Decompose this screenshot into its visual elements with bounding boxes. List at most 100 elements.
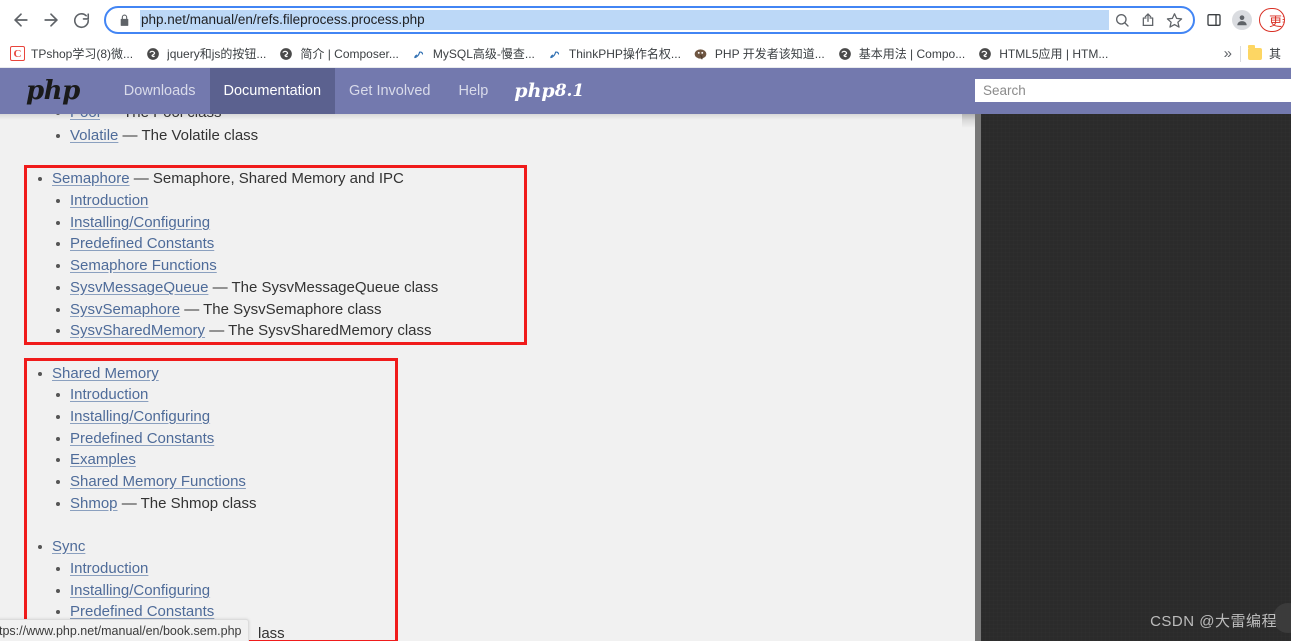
- bookmark-label: 基本用法 | Compo...: [858, 47, 966, 61]
- list-item: SysvMessageQueue — The SysvMessageQueue …: [0, 277, 438, 299]
- other-bookmarks-folder[interactable]: 其: [1241, 43, 1287, 65]
- list-item: Shared Memory Functions: [0, 471, 246, 493]
- list-item: Introduction: [0, 384, 148, 406]
- toc-link[interactable]: Shmop: [70, 495, 118, 512]
- toolbar-right-group: 更新: [1201, 6, 1285, 34]
- bookmark-item[interactable]: C TPshop学习(8)微...: [4, 43, 139, 65]
- toc-link[interactable]: Installing/Configuring: [70, 214, 210, 231]
- toc-link[interactable]: SysvSemaphore: [70, 301, 180, 318]
- toc-link[interactable]: Introduction: [70, 192, 148, 209]
- side-panel-icon[interactable]: [1201, 6, 1227, 34]
- forward-arrow-icon: [41, 10, 61, 30]
- toc-desc: — The Pool class: [104, 114, 221, 121]
- site-header: php Downloads Documentation Get Involved…: [0, 68, 1291, 114]
- toc-link[interactable]: Introduction: [70, 386, 148, 403]
- back-arrow-icon: [11, 10, 31, 30]
- toc-link[interactable]: SysvMessageQueue: [70, 279, 208, 296]
- list-item: Semaphore Functions: [0, 255, 217, 277]
- toc-desc: — The SysvSemaphore class: [184, 301, 382, 318]
- toc-link[interactable]: SysvSharedMemory: [70, 322, 205, 339]
- bookmark-item[interactable]: ThinkPHP操作名权...: [541, 43, 687, 65]
- toc-link[interactable]: Predefined Constants: [70, 430, 214, 447]
- share-icon[interactable]: [1135, 8, 1161, 32]
- star-icon[interactable]: [1161, 8, 1187, 32]
- content-edge-shadow: [962, 114, 975, 128]
- toc-link[interactable]: Volatile: [70, 127, 118, 144]
- csdn-favicon-icon: C: [10, 46, 25, 61]
- nav-item-documentation[interactable]: Documentation: [209, 68, 336, 114]
- bookmark-item[interactable]: PHP 开发者该知道...: [687, 43, 831, 65]
- bookmark-item[interactable]: 基本用法 | Compo...: [831, 43, 971, 65]
- list-item: Installing/Configuring: [0, 580, 210, 602]
- bookmarks-bar: C TPshop学习(8)微... jquery和js的按钮... 简介 | C…: [0, 40, 1291, 68]
- folder-icon: [1247, 44, 1263, 62]
- address-bar[interactable]: php.net/manual/en/refs.fileprocess.proce…: [104, 6, 1195, 34]
- list-item: Predefined Constants: [0, 233, 214, 255]
- php-version-number: 8.1: [554, 81, 585, 101]
- browser-toolbar: php.net/manual/en/refs.fileprocess.proce…: [0, 0, 1291, 40]
- bookmark-label: TPshop学习(8)微...: [31, 47, 134, 61]
- globe-favicon-icon: [278, 46, 294, 62]
- bookmark-item[interactable]: HTML5应用 | HTM...: [971, 43, 1114, 65]
- lock-icon: [118, 14, 131, 27]
- browser-window: php.net/manual/en/refs.fileprocess.proce…: [0, 0, 1291, 641]
- php-logo[interactable]: php: [26, 78, 80, 104]
- toc-link[interactable]: Installing/Configuring: [70, 582, 210, 599]
- link-status-bar: tps://www.php.net/manual/en/book.sem.php: [0, 619, 249, 641]
- list-item: Introduction: [0, 558, 148, 580]
- toc-link[interactable]: Pool: [70, 114, 100, 121]
- toc-desc: — The SysvSharedMemory class: [209, 322, 432, 339]
- reload-icon: [72, 11, 91, 30]
- list-item: Installing/Configuring: [0, 212, 210, 234]
- php-version-word: php: [514, 80, 555, 102]
- toc-link-semaphore[interactable]: Semaphore: [52, 170, 130, 187]
- list-item: Installing/Configuring: [0, 406, 210, 428]
- url-text[interactable]: php.net/manual/en/refs.fileprocess.proce…: [140, 10, 1109, 30]
- page-body: Pool — The Pool class Volatile — The Vol…: [0, 114, 1291, 641]
- blue-bird-favicon-icon: [411, 46, 427, 62]
- bookmark-item[interactable]: MySQL高级-慢查...: [405, 43, 541, 65]
- toc-link[interactable]: Examples: [70, 451, 136, 468]
- back-button[interactable]: [6, 5, 36, 35]
- site-nav: Downloads Documentation Get Involved Hel…: [110, 68, 503, 114]
- account-avatar-icon[interactable]: [1232, 10, 1252, 30]
- list-item: Volatile — The Volatile class: [0, 125, 258, 147]
- bookmarks-overflow-button[interactable]: »: [1216, 45, 1240, 62]
- update-button[interactable]: 更新: [1259, 8, 1285, 32]
- toc-link[interactable]: Introduction: [70, 560, 148, 577]
- search-input[interactable]: [975, 79, 1291, 102]
- toc-desc: — Semaphore, Shared Memory and IPC: [133, 170, 404, 187]
- php-version-badge[interactable]: php 8.1: [514, 80, 584, 102]
- toc-link-shared-memory[interactable]: Shared Memory: [52, 365, 159, 382]
- toc-link-sync[interactable]: Sync: [52, 538, 85, 555]
- forward-button[interactable]: [36, 5, 66, 35]
- nav-item-downloads[interactable]: Downloads: [110, 68, 210, 114]
- list-item: SysvSemaphore — The SysvSemaphore class: [0, 299, 382, 321]
- list-item: Predefined Constants: [0, 428, 214, 450]
- toc-link[interactable]: Installing/Configuring: [70, 408, 210, 425]
- toc-desc: lass: [258, 625, 285, 641]
- toc-link[interactable]: Predefined Constants: [70, 235, 214, 252]
- toc-desc: — The Shmop class: [121, 495, 257, 512]
- bookmark-item[interactable]: 简介 | Composer...: [272, 43, 404, 65]
- toc-link[interactable]: Semaphore Functions: [70, 257, 217, 274]
- nav-item-get-involved[interactable]: Get Involved: [335, 68, 444, 114]
- bookmark-label: HTML5应用 | HTM...: [999, 47, 1109, 61]
- toc-link[interactable]: Shared Memory Functions: [70, 473, 246, 490]
- list-item: Examples: [0, 449, 136, 471]
- toc-desc: — The SysvMessageQueue class: [212, 279, 439, 296]
- nav-item-help[interactable]: Help: [444, 68, 502, 114]
- bookmark-label: PHP 开发者该知道...: [714, 47, 825, 61]
- documentation-content: Pool — The Pool class Volatile — The Vol…: [0, 114, 975, 641]
- toc-link[interactable]: Predefined Constants: [70, 603, 214, 620]
- bookmark-item[interactable]: jquery和js的按钮...: [139, 43, 272, 65]
- search-zoom-icon[interactable]: [1109, 8, 1135, 32]
- list-item: Shared Memory: [0, 363, 159, 385]
- blue-bird-favicon-icon: [547, 46, 563, 62]
- list-item: Pool — The Pool class: [0, 114, 221, 123]
- globe-favicon-icon: [837, 46, 853, 62]
- list-item: Introduction: [0, 190, 148, 212]
- bookmark-label: ThinkPHP操作名权...: [568, 47, 681, 61]
- reload-button[interactable]: [66, 5, 96, 35]
- bookmark-label: MySQL高级-慢查...: [432, 47, 535, 61]
